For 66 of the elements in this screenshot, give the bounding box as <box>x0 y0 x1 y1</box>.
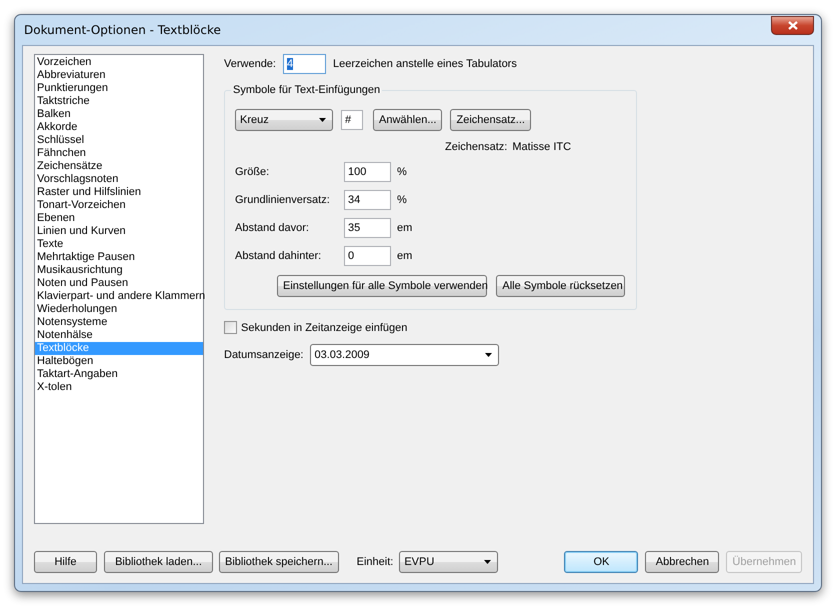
unit-select[interactable]: EVPU <box>399 551 498 573</box>
category-item[interactable]: Schlüssel <box>35 134 203 147</box>
value-field[interactable]: 35 <box>344 218 391 238</box>
date-label: Datumsanzeige: <box>224 349 304 361</box>
category-item[interactable]: Noten und Pausen <box>35 277 203 290</box>
dropdown-caret-icon <box>484 353 492 357</box>
category-item[interactable]: Ebenen <box>35 212 203 225</box>
unit-label: em <box>397 250 412 262</box>
category-item[interactable]: Akkorde <box>35 121 203 134</box>
category-item[interactable]: Linien und Kurven <box>35 225 203 238</box>
font-button[interactable]: Zeichensatz... <box>450 109 531 131</box>
category-item[interactable]: Raster und Hilfslinien <box>35 186 203 199</box>
category-item[interactable]: Punktierungen <box>35 82 203 95</box>
close-button[interactable] <box>771 16 814 34</box>
category-item[interactable]: Tonart-Vorzeichen <box>35 199 203 212</box>
group-title: Symbole für Text-Einfügungen <box>231 84 382 96</box>
field-label: Abstand davor: <box>235 222 310 234</box>
value-field[interactable]: 34 <box>344 190 391 210</box>
font-value: Matisse ITC <box>512 141 572 153</box>
unit-label: Einheit: <box>356 556 394 568</box>
character-field[interactable]: # <box>341 110 363 130</box>
apply-all-button[interactable]: Einstellungen für alle Symbole verwenden <box>277 275 488 297</box>
category-item[interactable]: Vorschlagsnoten <box>35 173 203 186</box>
category-item[interactable]: Wiederholungen <box>35 303 203 316</box>
field-label: Grundlinienversatz: <box>235 194 331 206</box>
font-label: Zeichensatz: <box>445 141 508 153</box>
seconds-checkbox[interactable] <box>224 321 237 334</box>
close-icon <box>788 20 798 30</box>
footer-button[interactable]: Bibliothek speichern... <box>219 551 339 573</box>
footer-button[interactable]: Bibliothek laden... <box>104 551 213 573</box>
category-item[interactable]: Abbreviaturen <box>35 69 203 82</box>
spaces-suffix: Leerzeichen anstelle eines Tabulators <box>332 58 517 70</box>
category-item[interactable]: Zeichensätze <box>35 160 203 173</box>
category-item[interactable]: Musikausrichtung <box>35 264 203 277</box>
footer-button[interactable]: Hilfe <box>34 551 97 573</box>
dialog-button[interactable]: OK <box>564 551 638 573</box>
category-item[interactable]: X-tolen <box>35 381 203 394</box>
date-select[interactable]: 03.03.2009 <box>310 344 498 366</box>
field-label: Abstand dahinter: <box>235 250 322 262</box>
dropdown-caret-icon <box>484 560 492 564</box>
category-item[interactable]: Haltebögen <box>35 355 203 368</box>
field-label: Größe: <box>235 166 270 178</box>
unit-label: em <box>397 222 412 234</box>
value-field[interactable]: 100 <box>344 162 391 182</box>
category-item[interactable]: Vorzeichen <box>35 56 203 69</box>
window-title: Dokument-Optionen - Textblöcke <box>24 23 221 37</box>
spaces-field[interactable]: 4 <box>282 54 326 74</box>
category-item[interactable]: Fähnchen <box>35 147 203 160</box>
dialog-button[interactable]: Abbrechen <box>645 551 720 573</box>
select-button[interactable]: Anwählen... <box>373 109 442 131</box>
unit-label: % <box>397 166 407 178</box>
value-field[interactable]: 0 <box>344 246 391 266</box>
spaces-label: Verwende: <box>224 58 276 70</box>
category-item[interactable]: Texte <box>35 238 203 251</box>
category-item[interactable]: Notenhälse <box>35 329 203 342</box>
category-item[interactable]: Notensysteme <box>35 316 203 329</box>
category-item[interactable]: Taktart-Angaben <box>35 368 203 381</box>
category-item[interactable]: Klavierpart- und andere Klammern <box>35 290 203 303</box>
category-item[interactable]: Mehrtaktige Pausen <box>35 251 203 264</box>
dropdown-caret-icon <box>319 118 326 122</box>
unit-label: % <box>397 194 407 206</box>
symbol-select[interactable]: Kreuz <box>235 109 333 131</box>
category-item[interactable]: Taktstriche <box>35 95 203 108</box>
reset-all-button[interactable]: Alle Symbole rücksetzen <box>496 275 625 297</box>
checkbox-label: Sekunden in Zeitanzeige einfügen <box>241 322 408 334</box>
category-item[interactable]: Balken <box>35 108 203 121</box>
